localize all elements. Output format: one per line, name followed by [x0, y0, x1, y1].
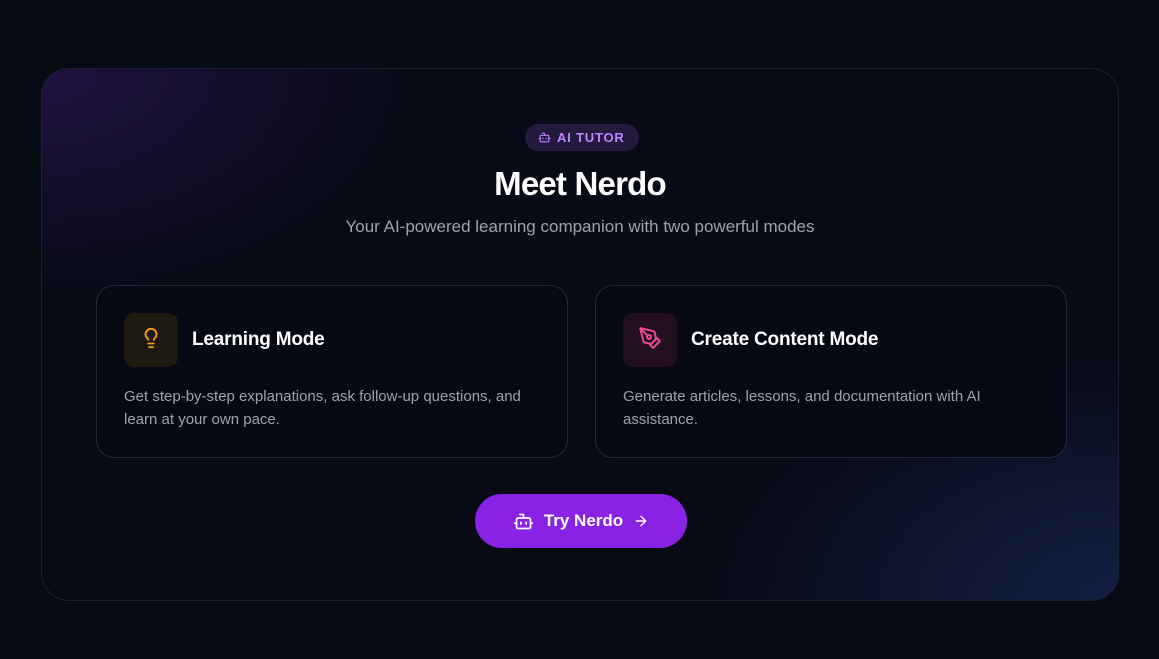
- learning-mode-title: Learning Mode: [192, 329, 325, 350]
- create-content-mode-card: Create Content Mode Generate articles, l…: [595, 285, 1067, 458]
- ai-tutor-badge: AI TUTOR: [525, 124, 639, 151]
- create-content-mode-title: Create Content Mode: [691, 329, 879, 350]
- arrow-right-icon: [633, 513, 649, 529]
- lightbulb-icon: [140, 326, 162, 355]
- nerdo-promo-card: AI TUTOR Meet Nerdo Your AI-powered lear…: [41, 68, 1119, 601]
- robot-icon: [513, 511, 534, 532]
- badge-label: AI TUTOR: [557, 130, 625, 145]
- learning-mode-description: Get step-by-step explanations, ask follo…: [124, 388, 521, 428]
- lightbulb-icon-tile: [124, 313, 178, 367]
- try-nerdo-label: Try Nerdo: [543, 511, 624, 530]
- pen-tool-icon: [638, 326, 662, 355]
- pen-tool-icon-tile: [623, 313, 677, 367]
- page: AI TUTOR Meet Nerdo Your AI-powered lear…: [0, 0, 1159, 659]
- page-title: Meet Nerdo: [494, 165, 667, 202]
- page-subtitle: Your AI-powered learning companion with …: [345, 217, 815, 236]
- create-content-mode-description: Generate articles, lessons, and document…: [623, 388, 981, 428]
- robot-icon: [538, 131, 551, 144]
- try-nerdo-button[interactable]: Try Nerdo: [475, 494, 687, 548]
- learning-mode-card: Learning Mode Get step-by-step explanati…: [96, 285, 568, 458]
